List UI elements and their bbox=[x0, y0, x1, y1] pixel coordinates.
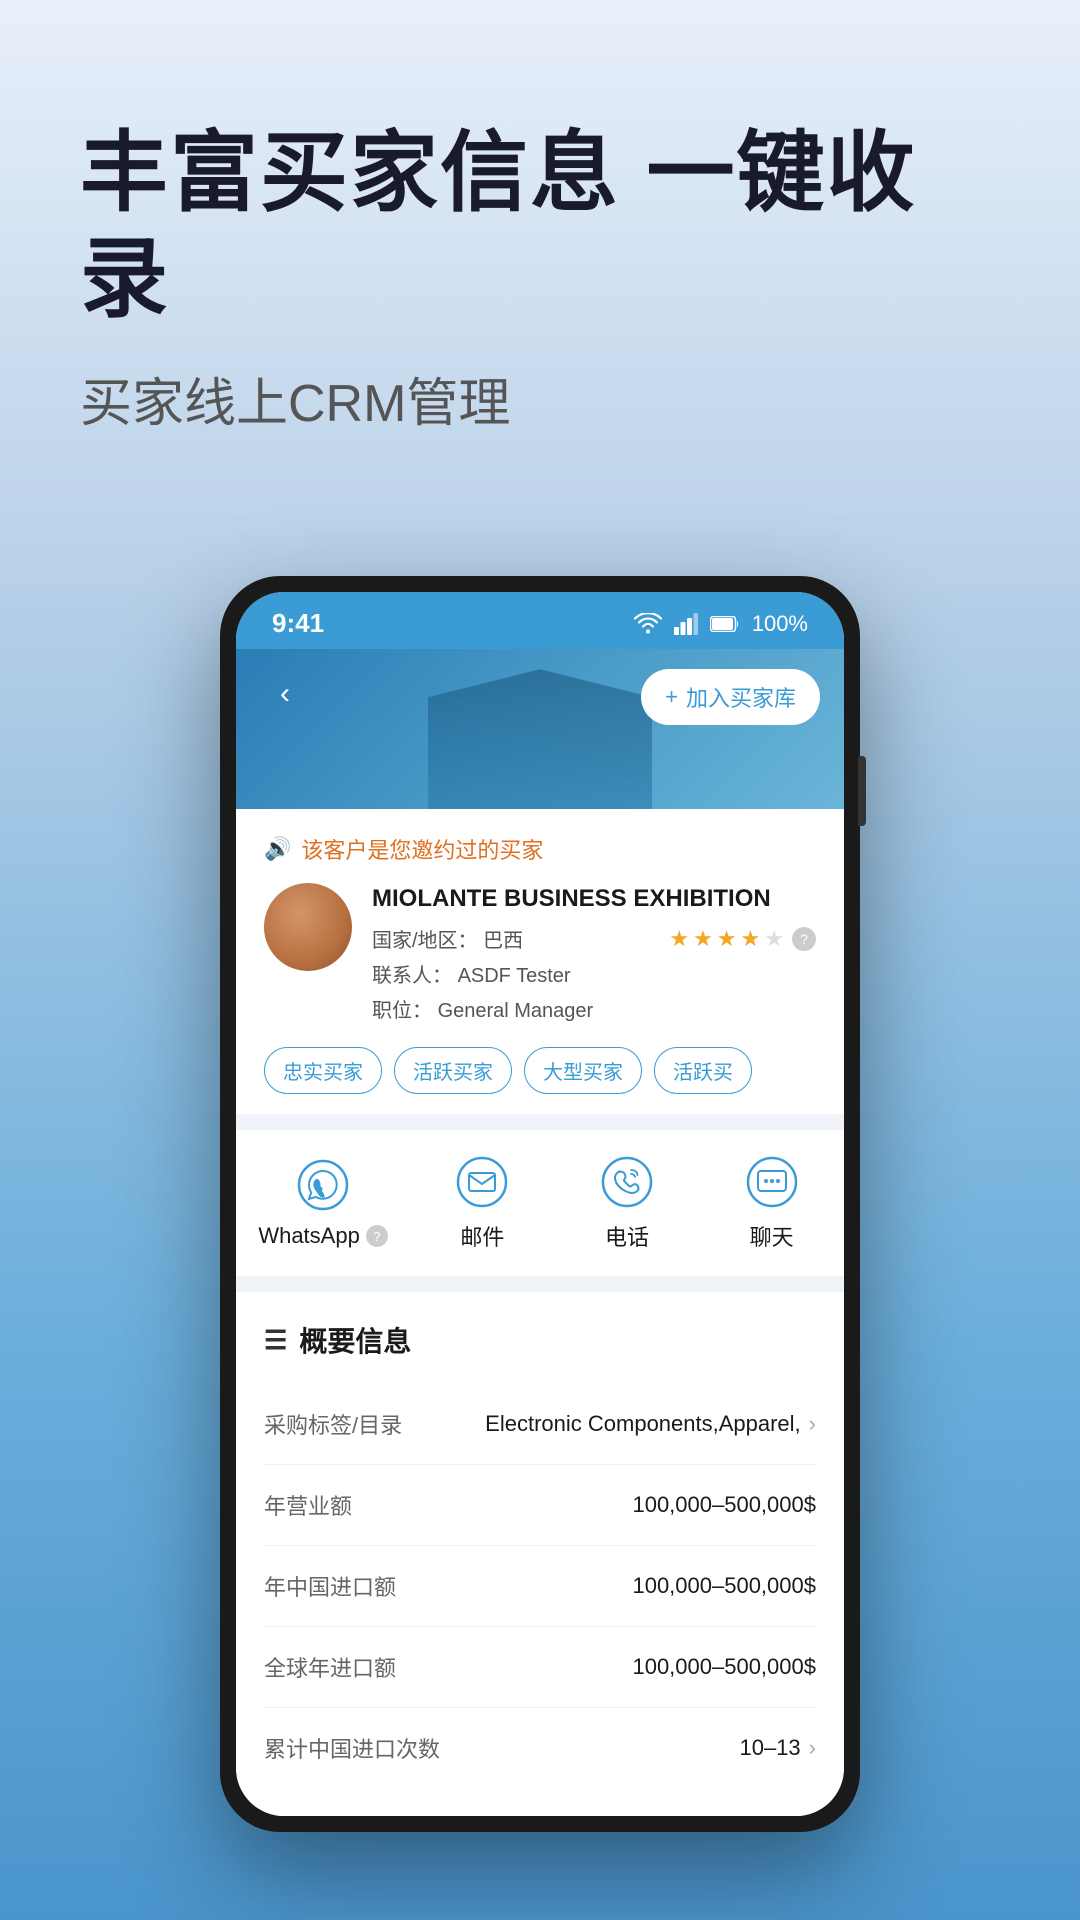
customer-alert: 🔊 该客户是您邀约过的买家 bbox=[264, 833, 816, 865]
tags-row: 忠实买家 活跃买家 大型买家 活跃买 bbox=[264, 1047, 816, 1094]
info-section: ☰ 概要信息 采购标签/目录 Electronic Components,App… bbox=[236, 1292, 844, 1816]
star-2: ★ bbox=[693, 926, 713, 952]
whatsapp-icon bbox=[297, 1159, 349, 1211]
phone-label: 电话 bbox=[605, 1220, 649, 1252]
info-val-4: 10–13 › bbox=[739, 1735, 816, 1761]
side-button bbox=[858, 756, 866, 826]
section-title: ☰ 概要信息 bbox=[264, 1320, 816, 1360]
action-bar: WhatsApp ? 邮件 bbox=[236, 1130, 844, 1276]
star-1: ★ bbox=[669, 926, 689, 952]
star-5: ★ bbox=[764, 926, 784, 952]
back-button[interactable]: ‹ bbox=[260, 669, 310, 719]
tag-large[interactable]: 大型买家 bbox=[524, 1047, 642, 1094]
hero-title: 丰富买家信息 一键收录 bbox=[80, 120, 1000, 331]
info-key-0: 采购标签/目录 bbox=[264, 1408, 402, 1440]
chat-icon bbox=[746, 1156, 798, 1208]
whatsapp-icon-circle bbox=[295, 1157, 351, 1213]
phone-icon-circle bbox=[599, 1154, 655, 1210]
contact-row: 联系人： ASDF Tester bbox=[372, 959, 816, 988]
info-row-0[interactable]: 采购标签/目录 Electronic Components,Apparel, › bbox=[264, 1384, 816, 1465]
info-val-3: 100,000–500,000$ bbox=[632, 1654, 816, 1680]
signal-icon bbox=[674, 613, 698, 635]
section-icon: ☰ bbox=[264, 1325, 287, 1356]
chat-label: 聊天 bbox=[750, 1220, 794, 1252]
status-bar: 9:41 bbox=[236, 592, 844, 649]
add-icon: + bbox=[665, 684, 678, 710]
tag-active[interactable]: 活跃买家 bbox=[394, 1047, 512, 1094]
position-label: 职位： General Manager bbox=[372, 994, 593, 1023]
phone-mockup: 9:41 bbox=[220, 576, 860, 1832]
rating-help-icon[interactable]: ? bbox=[792, 927, 816, 951]
tag-active2[interactable]: 活跃买 bbox=[654, 1047, 752, 1094]
company-name: MIOLANTE BUSINESS EXHIBITION bbox=[372, 883, 816, 914]
wifi-icon bbox=[634, 613, 662, 635]
avatar-face bbox=[264, 883, 352, 971]
email-icon-circle bbox=[454, 1154, 510, 1210]
info-val-0: Electronic Components,Apparel, › bbox=[485, 1411, 816, 1437]
info-val-2: 100,000–500,000$ bbox=[632, 1573, 816, 1599]
phone-screen: 9:41 bbox=[236, 592, 844, 1816]
position-row: 职位： General Manager bbox=[372, 994, 816, 1023]
header-image-area: ‹ + 加入买家库 bbox=[236, 649, 844, 809]
add-buyer-button[interactable]: + 加入买家库 bbox=[641, 669, 820, 725]
info-row-1: 年营业额 100,000–500,000$ bbox=[264, 1465, 816, 1546]
info-row-3: 全球年进口额 100,000–500,000$ bbox=[264, 1627, 816, 1708]
info-key-4: 累计中国进口次数 bbox=[264, 1732, 440, 1764]
alert-text: 该客户是您邀约过的买家 bbox=[301, 833, 543, 865]
action-email[interactable]: 邮件 bbox=[432, 1154, 532, 1252]
action-whatsapp[interactable]: WhatsApp ? bbox=[258, 1157, 388, 1249]
whatsapp-help-icon[interactable]: ? bbox=[366, 1225, 388, 1247]
tag-loyal[interactable]: 忠实买家 bbox=[264, 1047, 382, 1094]
email-icon bbox=[456, 1156, 508, 1208]
chat-icon-circle bbox=[744, 1154, 800, 1210]
customer-info-card: 🔊 该客户是您邀约过的买家 MIOLANTE BUSINESS EXHIBITI… bbox=[236, 809, 844, 1114]
customer-main: MIOLANTE BUSINESS EXHIBITION 国家/地区： 巴西 ★… bbox=[264, 883, 816, 1029]
info-key-2: 年中国进口额 bbox=[264, 1570, 396, 1602]
stars-container: ★ ★ ★ ★ ★ ? bbox=[669, 926, 816, 952]
chevron-icon-4: › bbox=[809, 1735, 816, 1761]
status-icons: 100% bbox=[634, 611, 808, 637]
header-content: ‹ + 加入买家库 bbox=[260, 669, 820, 725]
hero-subtitle: 买家线上CRM管理 bbox=[80, 361, 1000, 436]
battery-icon bbox=[710, 616, 740, 632]
star-4: ★ bbox=[741, 926, 761, 952]
whatsapp-label: WhatsApp ? bbox=[258, 1223, 388, 1249]
phone-container: 9:41 bbox=[0, 576, 1080, 1832]
contact-label: 联系人： ASDF Tester bbox=[372, 959, 571, 988]
section-title-text: 概要信息 bbox=[299, 1320, 411, 1360]
info-key-1: 年营业额 bbox=[264, 1489, 352, 1521]
action-chat[interactable]: 聊天 bbox=[722, 1154, 822, 1252]
customer-details: MIOLANTE BUSINESS EXHIBITION 国家/地区： 巴西 ★… bbox=[372, 883, 816, 1029]
battery-text: 100% bbox=[752, 611, 808, 637]
info-key-3: 全球年进口额 bbox=[264, 1651, 396, 1683]
action-phone[interactable]: 电话 bbox=[577, 1154, 677, 1252]
avatar bbox=[264, 883, 352, 971]
country-row: 国家/地区： 巴西 ★ ★ ★ ★ ★ ? bbox=[372, 924, 816, 953]
email-label: 邮件 bbox=[460, 1220, 504, 1252]
country-label: 国家/地区： 巴西 bbox=[372, 924, 523, 953]
star-3: ★ bbox=[717, 926, 737, 952]
phone-icon bbox=[601, 1156, 653, 1208]
alert-icon: 🔊 bbox=[264, 836, 291, 862]
add-buyer-label: 加入买家库 bbox=[686, 681, 796, 713]
info-val-1: 100,000–500,000$ bbox=[632, 1492, 816, 1518]
status-time: 9:41 bbox=[272, 608, 324, 639]
info-row-2: 年中国进口额 100,000–500,000$ bbox=[264, 1546, 816, 1627]
chevron-icon-0: › bbox=[809, 1411, 816, 1437]
info-row-4[interactable]: 累计中国进口次数 10–13 › bbox=[264, 1708, 816, 1788]
hero-section: 丰富买家信息 一键收录 买家线上CRM管理 bbox=[0, 0, 1080, 556]
